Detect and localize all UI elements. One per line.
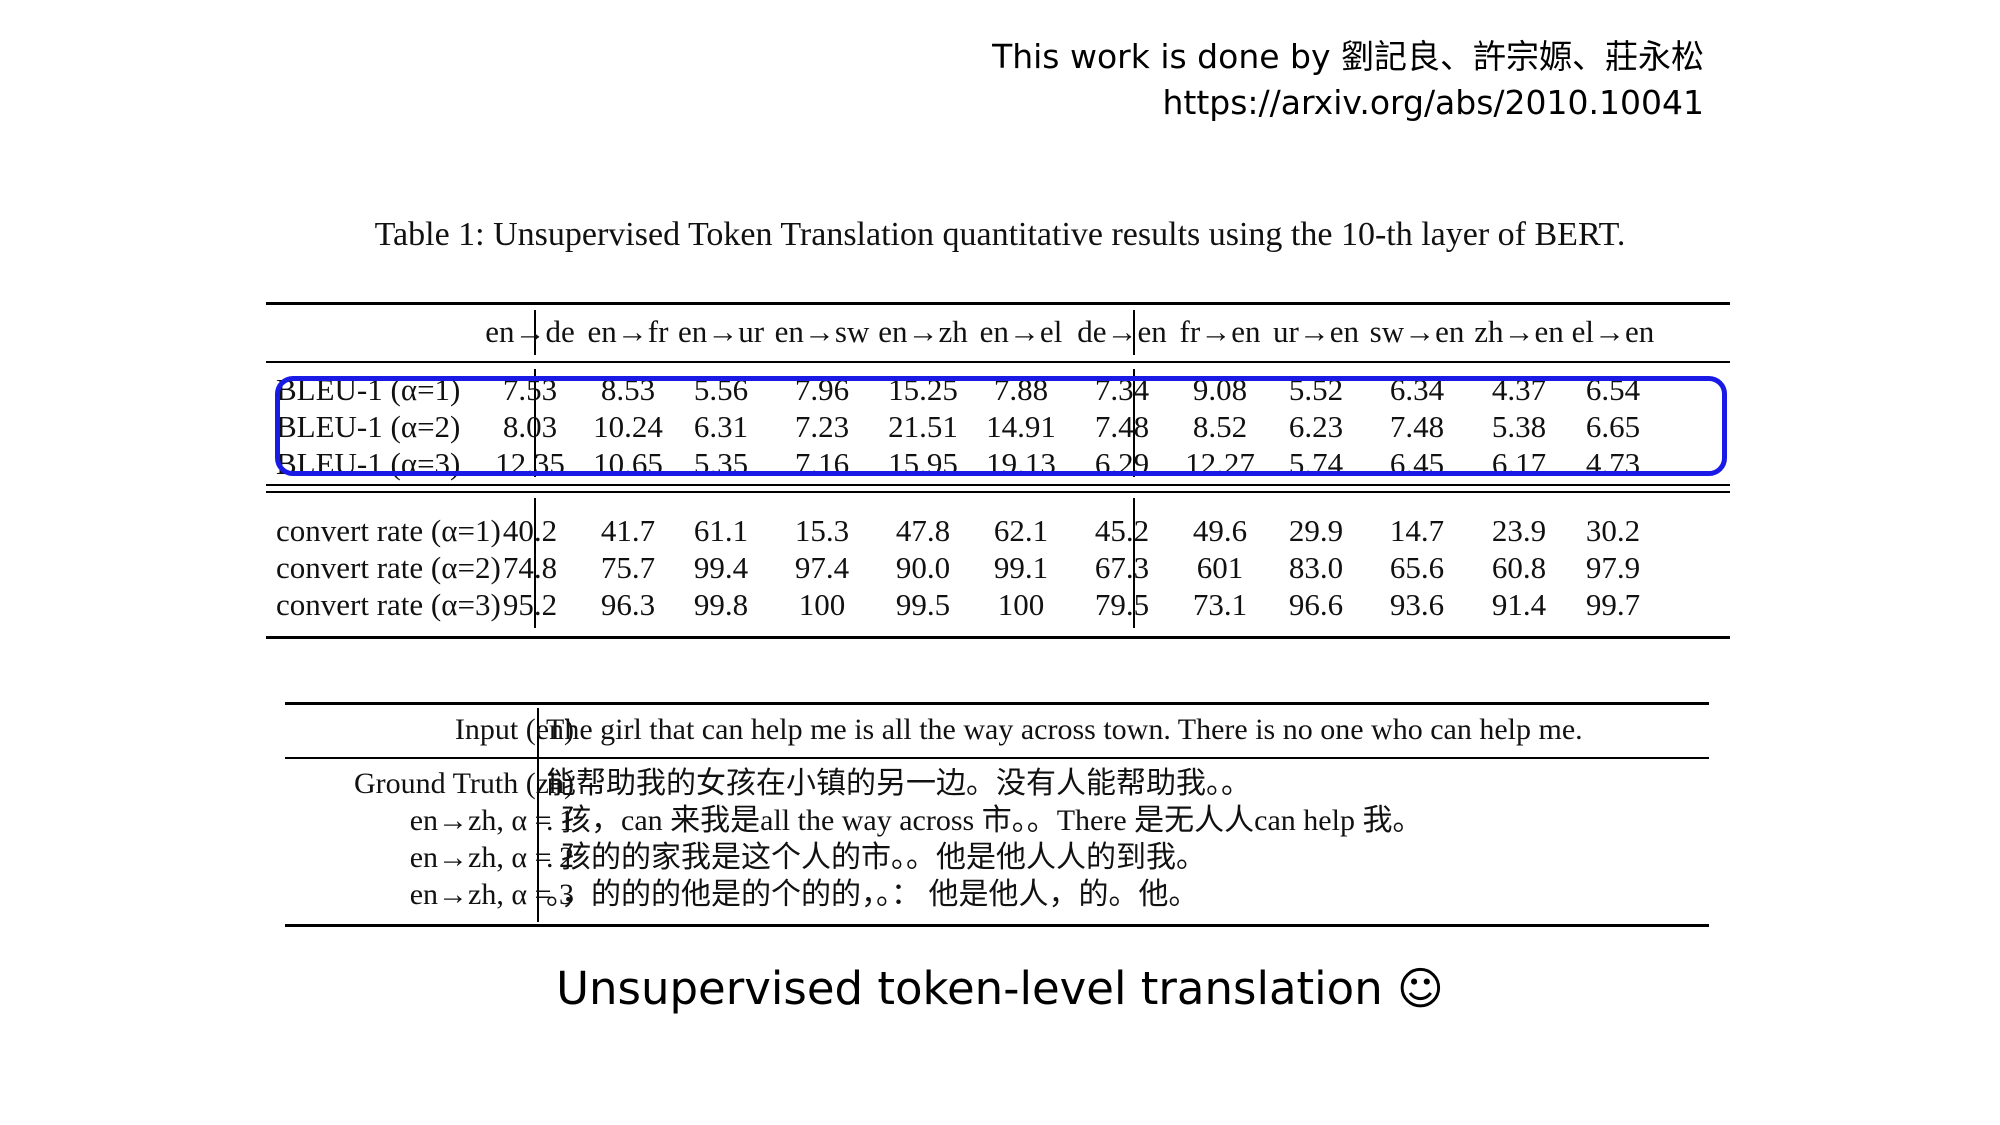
convert-rate-cell: 61.1 [693, 513, 749, 548]
convert-rate-cell: 99.4 [693, 550, 749, 585]
credit-url: https://arxiv.org/abs/2010.10041 [1162, 83, 1704, 122]
example-row-text: . 孩的的家我是这个人的市。。他是他人人的到我。 [546, 841, 1206, 874]
convert-rate-cell: 73.1 [1192, 587, 1248, 622]
column-header: en→sw [774, 314, 870, 349]
convert-rate-cell: 100 [798, 587, 846, 622]
example-row-text: 。，的的的他是的个的的，。： 他是他人，的。他。 [546, 878, 1199, 911]
column-header: en→fr [587, 314, 669, 349]
convert-rate-cell: 74.8 [502, 550, 558, 585]
convert-rate-cell: 97.4 [794, 550, 850, 585]
convert-rate-cell: 96.3 [600, 587, 656, 622]
convert-rate-cell: 93.6 [1389, 587, 1445, 622]
convert-rate-cell: 75.7 [600, 550, 656, 585]
table-top-rule [266, 302, 1730, 305]
convert-rate-cell: 60.8 [1491, 550, 1547, 585]
column-header: sw→en [1369, 314, 1465, 349]
convert-rate-cell: 91.4 [1491, 587, 1547, 622]
convert-rate-cell: 90.0 [895, 550, 951, 585]
bleu-highlight-box [275, 376, 1727, 476]
credit-block: This work is done by 劉記良、許宗嫄、莊永松 https:/… [992, 34, 1704, 126]
convert-rate-cell: 95.2 [502, 587, 558, 622]
convert-rate-cell: 23.9 [1491, 513, 1547, 548]
table-bottom-rule [266, 636, 1730, 639]
convert-rate-cell: 97.9 [1585, 550, 1641, 585]
row-label-convert-rate: convert rate (α=2) [276, 550, 501, 585]
convert-rate-cell: 96.6 [1288, 587, 1344, 622]
convert-rate-cell: 49.6 [1192, 513, 1248, 548]
column-header: en→zh [878, 314, 968, 349]
column-header: en→de [485, 314, 575, 349]
column-header: fr→en [1179, 314, 1261, 349]
header-rule [266, 361, 1730, 363]
column-header: el→en [1571, 314, 1655, 349]
convert-rate-cell: 79.5 [1094, 587, 1150, 622]
row-label-convert-rate: convert rate (α=3) [276, 587, 501, 622]
column-header: zh→en [1474, 314, 1564, 349]
convert-rate-cell: 40.2 [502, 513, 558, 548]
convert-rate-cell: 62.1 [993, 513, 1049, 548]
convert-rate-cell: 99.1 [993, 550, 1049, 585]
convert-rate-cell: 100 [997, 587, 1045, 622]
table-caption: Table 1: Unsupervised Token Translation … [374, 216, 1626, 253]
convert-rate-cell: 65.6 [1389, 550, 1445, 585]
convert-rate-cell: 14.7 [1389, 513, 1445, 548]
convert-rate-cell: 29.9 [1288, 513, 1344, 548]
convert-rate-cell: 99.8 [693, 587, 749, 622]
column-header: ur→en [1272, 314, 1360, 349]
example-header-rule [285, 757, 1709, 759]
convert-rate-cell: 67.3 [1094, 550, 1150, 585]
group-rule-1 [266, 484, 1730, 486]
convert-rate-cell: 30.2 [1585, 513, 1641, 548]
slide-subtitle: Unsupervised token-level translation ☺ [556, 962, 1444, 1015]
example-row-label: Ground Truth (zh) [353, 767, 574, 800]
example-top-rule [285, 702, 1709, 705]
example-row-text: . 孩，can 来我是all the way across 市。。There 是… [546, 804, 1423, 837]
convert-rate-cell: 83.0 [1288, 550, 1344, 585]
column-header: en→ur [677, 314, 765, 349]
convert-rate-cell: 41.7 [600, 513, 656, 548]
group-rule-2 [266, 491, 1730, 493]
credit-authors: This work is done by 劉記良、許宗嫄、莊永松 [992, 37, 1704, 76]
convert-rate-cell: 99.7 [1585, 587, 1641, 622]
convert-rate-cell: 47.8 [895, 513, 951, 548]
column-header: de→en [1077, 314, 1167, 349]
column-header: en→el [979, 314, 1063, 349]
convert-rate-cell: 15.3 [794, 513, 850, 548]
input-text: The girl that can help me is all the way… [546, 713, 1583, 746]
convert-rate-cell: 601 [1196, 550, 1244, 585]
example-bottom-rule [285, 924, 1709, 927]
convert-rate-cell: 45.2 [1094, 513, 1150, 548]
convert-rate-cell: 99.5 [895, 587, 951, 622]
example-row-text: 能帮助我的女孩在小镇的另一边。没有人能帮助我。。 [546, 767, 1251, 800]
row-label-convert-rate: convert rate (α=1) [276, 513, 501, 548]
